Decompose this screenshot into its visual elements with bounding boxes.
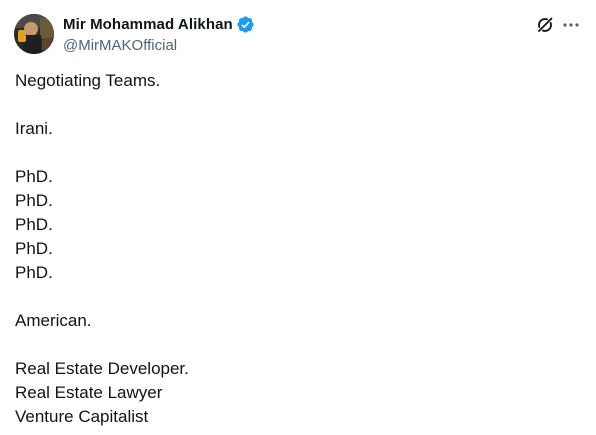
display-name[interactable]: Mir Mohammad Alikhan [63, 16, 233, 33]
name-row: Mir Mohammad Alikhan [63, 14, 255, 35]
tweet-line: PhD. [15, 167, 53, 186]
tweet-line: Irani. [15, 119, 53, 138]
tweet-line: PhD. [15, 263, 53, 282]
tweet-line [15, 285, 575, 309]
tweet-line: PhD. [15, 191, 53, 210]
tweet-line: Venture Capitalist [15, 407, 149, 426]
tweet-line: PhD. [15, 215, 53, 234]
tweet-card: Mir Mohammad Alikhan @MirMAKOfficial Neg… [0, 0, 596, 435]
tweet-line: Real Estate Lawyer [15, 383, 163, 402]
grok-icon[interactable] [535, 15, 555, 35]
tweet-line [15, 141, 575, 165]
tweet-line [15, 333, 575, 357]
tweet-line: Negotiating Teams. [15, 71, 161, 90]
tweet-line: American. [15, 311, 92, 330]
avatar-image [14, 14, 54, 54]
more-horizontal-icon[interactable] [561, 15, 581, 35]
tweet-line [15, 93, 575, 117]
user-handle[interactable]: @MirMAKOfficial [63, 36, 255, 56]
avatar[interactable] [14, 14, 54, 54]
author-block: Mir Mohammad Alikhan @MirMAKOfficial [63, 14, 255, 56]
tweet-text: Negotiating Teams. Irani. PhD. PhD. PhD.… [15, 69, 575, 429]
tweet-line: PhD. [15, 239, 53, 258]
verified-badge-icon [236, 15, 255, 34]
tweet-line: Real Estate Developer. [15, 359, 189, 378]
